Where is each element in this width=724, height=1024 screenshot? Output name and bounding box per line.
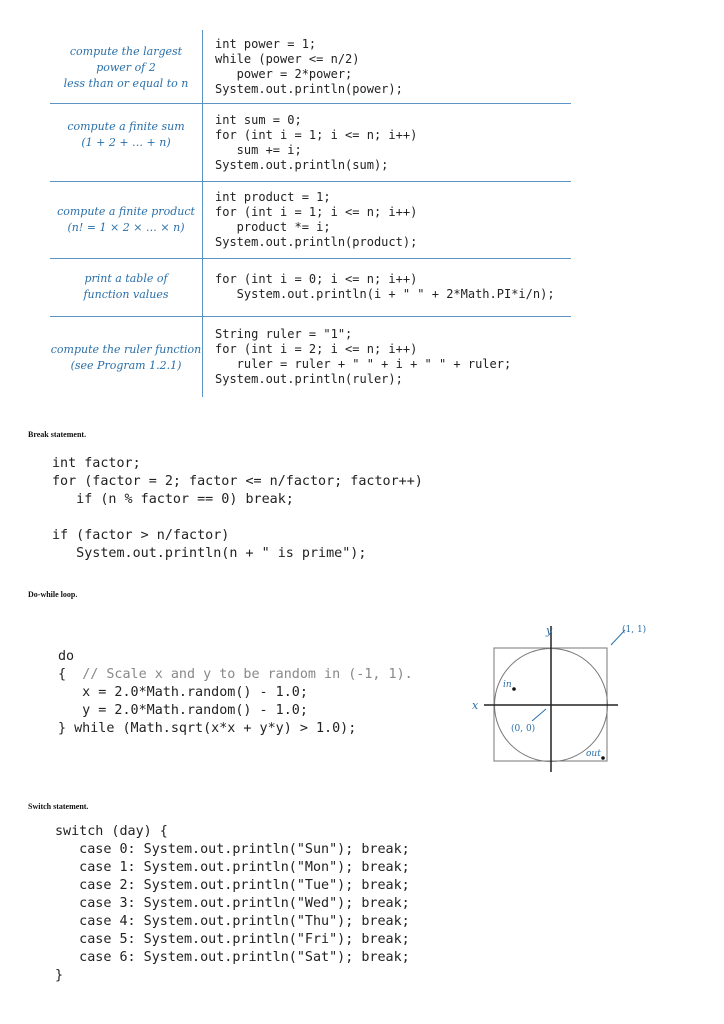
- section-heading: Switch statement.: [28, 802, 89, 811]
- in-point: [512, 687, 516, 691]
- origin-arrow: [531, 708, 547, 722]
- corner-label: (1, 1): [622, 624, 646, 635]
- code-block: switch (day) { case 0: System.out.printl…: [55, 824, 410, 983]
- document-page: compute the largest power of 2 less than…: [0, 0, 724, 1024]
- origin-label: (0, 0): [511, 723, 535, 734]
- out-label: out: [586, 749, 601, 759]
- x-label: x: [472, 699, 479, 712]
- out-point: [601, 756, 605, 760]
- y-label: y: [545, 624, 553, 637]
- in-label: in: [503, 680, 512, 690]
